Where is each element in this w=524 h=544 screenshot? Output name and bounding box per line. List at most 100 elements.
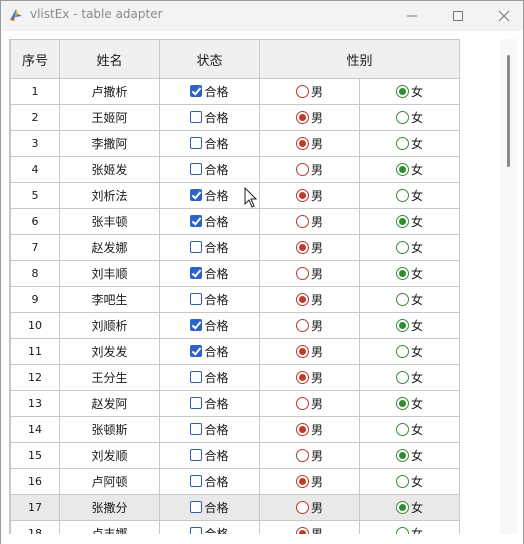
female-radio[interactable]: 女 [396,525,423,534]
pass-checkbox[interactable]: 合格 [190,499,229,516]
male-radio[interactable]: 男 [295,317,323,334]
table-row[interactable]: 1 卢撒析 合格 男 女 [10,78,461,105]
female-radio[interactable]: 女 [396,83,423,100]
female-radio[interactable]: 女 [396,317,423,334]
maximize-button[interactable] [435,1,481,31]
pass-label: 合格 [204,214,229,229]
male-radio[interactable]: 男 [295,447,323,464]
name-cell: 张姬发 [59,156,160,183]
female-radio[interactable]: 女 [396,135,423,152]
table-row[interactable]: 17 张撒分 合格 男 女 [10,494,461,521]
pass-checkbox[interactable]: 合格 [190,317,229,334]
male-radio[interactable]: 男 [295,265,323,282]
male-radio[interactable]: 男 [295,343,323,360]
male-radio[interactable]: 男 [295,395,323,412]
pass-checkbox[interactable]: 合格 [190,343,229,360]
gender-female-cell: 女 [358,182,461,209]
pass-checkbox[interactable]: 合格 [190,239,229,256]
male-radio[interactable]: 男 [295,239,323,256]
table-row[interactable]: 10 刘顺析 合格 男 女 [10,312,461,339]
female-radio[interactable]: 女 [396,395,423,412]
female-radio[interactable]: 女 [396,291,423,308]
seq-cell: 2 [10,104,60,131]
close-button[interactable] [481,1,524,31]
table-row[interactable]: 6 张丰顿 合格 男 女 [10,208,461,235]
checkbox-icon [190,189,203,202]
male-radio[interactable]: 男 [295,109,323,126]
male-label: 男 [310,448,323,463]
female-radio[interactable]: 女 [396,187,423,204]
pass-checkbox[interactable]: 合格 [190,83,229,100]
pass-checkbox[interactable]: 合格 [190,525,229,534]
pass-checkbox[interactable]: 合格 [190,135,229,152]
pass-checkbox[interactable]: 合格 [190,109,229,126]
radio-icon [295,448,309,462]
table-row[interactable]: 13 赵发阿 合格 男 女 [10,390,461,417]
scrollbar-thumb[interactable] [507,55,510,167]
male-radio[interactable]: 男 [295,83,323,100]
female-radio[interactable]: 女 [396,499,423,516]
checkbox-icon [190,527,203,534]
female-radio[interactable]: 女 [396,369,423,386]
column-header-gender[interactable]: 性别 [258,39,461,79]
male-radio[interactable]: 男 [295,525,323,534]
female-radio[interactable]: 女 [396,421,423,438]
column-header-name[interactable]: 姓名 [59,39,160,79]
radio-icon [295,162,309,176]
radio-icon [396,500,409,514]
female-radio[interactable]: 女 [396,447,423,464]
female-radio[interactable]: 女 [396,109,423,126]
pass-checkbox[interactable]: 合格 [190,161,229,178]
seq-cell: 15 [10,442,60,469]
male-radio[interactable]: 男 [295,499,323,516]
male-radio[interactable]: 男 [295,291,323,308]
male-radio[interactable]: 男 [295,161,323,178]
minimize-button[interactable] [389,1,435,31]
table-row[interactable]: 9 李吧生 合格 男 女 [10,286,461,313]
female-label: 女 [411,448,424,463]
pass-checkbox[interactable]: 合格 [190,213,229,230]
radio-icon [396,110,409,124]
female-radio[interactable]: 女 [396,239,423,256]
table-row[interactable]: 4 张姬发 合格 男 女 [10,156,461,183]
female-radio[interactable]: 女 [396,473,423,490]
male-radio[interactable]: 男 [295,135,323,152]
pass-checkbox[interactable]: 合格 [190,265,229,282]
checkbox-icon [190,449,203,462]
male-radio[interactable]: 男 [295,213,323,230]
column-header-status[interactable]: 状态 [159,39,260,79]
pass-checkbox[interactable]: 合格 [190,395,229,412]
vertical-scrollbar[interactable] [500,39,517,534]
female-radio[interactable]: 女 [396,343,423,360]
table-row[interactable]: 8 刘丰顺 合格 男 女 [10,260,461,287]
table-row[interactable]: 2 王姬阿 合格 男 女 [10,104,461,131]
pass-checkbox[interactable]: 合格 [190,447,229,464]
table-row[interactable]: 7 赵发娜 合格 男 女 [10,234,461,261]
pass-checkbox[interactable]: 合格 [190,187,229,204]
pass-checkbox[interactable]: 合格 [190,473,229,490]
table-row[interactable]: 15 刘发顺 合格 男 女 [10,442,461,469]
female-radio[interactable]: 女 [396,213,423,230]
table-row[interactable]: 5 刘析法 合格 男 女 [10,182,461,209]
female-label: 女 [411,214,424,229]
female-radio[interactable]: 女 [396,161,423,178]
male-radio[interactable]: 男 [295,473,323,490]
male-radio[interactable]: 男 [295,421,323,438]
pass-checkbox[interactable]: 合格 [190,369,229,386]
male-radio[interactable]: 男 [295,187,323,204]
table-row[interactable]: 14 张顿斯 合格 男 女 [10,416,461,443]
female-radio[interactable]: 女 [396,265,423,282]
table-row[interactable]: 3 李撒阿 合格 男 女 [10,130,461,157]
table-row[interactable]: 18 卢丰娜 合格 男 女 [10,520,461,534]
checkbox-icon [190,501,203,514]
table-view[interactable]: 序号 姓名 状态 性别 1 卢撒析 合格男女 2 王姬阿 合格男女 3 李撒阿 合格男女 4 张姬发… [9,39,499,534]
male-radio[interactable]: 男 [295,369,323,386]
table-row[interactable]: 11 刘发发 合格 男 女 [10,338,461,365]
table-row[interactable]: 12 王分生 合格 男 女 [10,364,461,391]
table-row[interactable]: 16 卢阿顿 合格 男 女 [10,468,461,495]
pass-checkbox[interactable]: 合格 [190,291,229,308]
title-bar[interactable]: vlistEx - table adapter [1,1,523,31]
pass-checkbox[interactable]: 合格 [190,421,229,438]
radio-icon [295,474,309,488]
column-header-seq[interactable]: 序号 [10,39,60,79]
